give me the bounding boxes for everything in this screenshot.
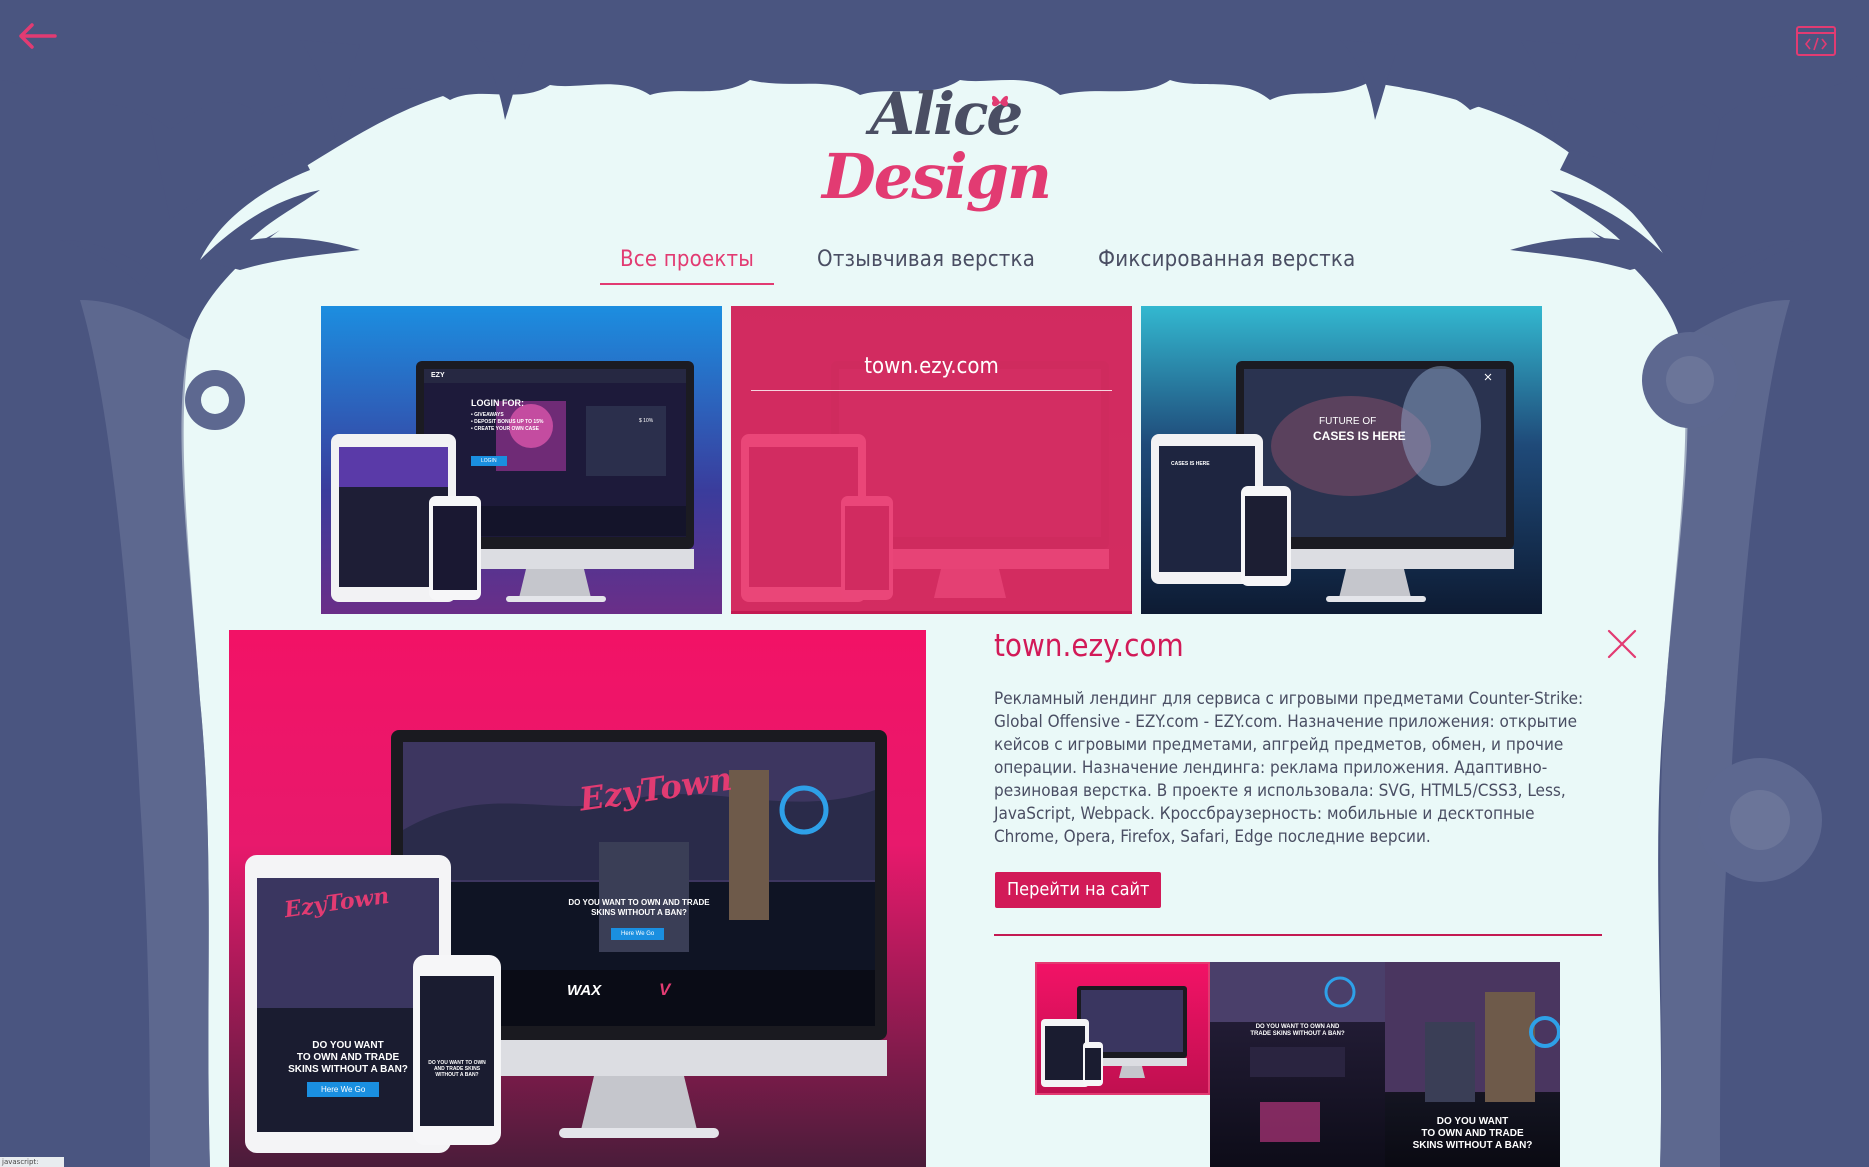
mock-logo: EZY bbox=[431, 372, 445, 379]
browser-status-bar: javascript: bbox=[0, 1157, 64, 1167]
close-icon[interactable] bbox=[1606, 628, 1638, 660]
mock-bullet: • CREATE YOUR OWN CASE bbox=[471, 426, 539, 432]
project-card-cases[interactable]: FUTURE OF CASES IS HERE CASES IS HERE bbox=[1141, 306, 1542, 614]
mock-sponsor: V bbox=[659, 980, 671, 999]
mock-cta: Here We Go bbox=[307, 1082, 380, 1097]
project-description: Рекламный лендинг для сервиса с игровыми… bbox=[994, 689, 1584, 847]
gallery-thumb[interactable] bbox=[1035, 962, 1210, 1095]
mock-question: DO YOU WANT TO OWN AND TRADE SKINS WITHO… bbox=[568, 898, 710, 917]
mock-question: DO YOU WANT TO OWN AND TRADE SKINS WITHO… bbox=[428, 1060, 486, 1078]
mock-bullet: • DEPOSIT BONUS UP TO 15% bbox=[471, 419, 544, 425]
thumb-preview bbox=[1041, 986, 1187, 1087]
filter-tabs: Все проекты Отзывчивая верстка Фиксирова… bbox=[600, 243, 1375, 285]
tab-responsive[interactable]: Отзывчивая верстка bbox=[797, 243, 1055, 285]
mock-cta: Here We Go bbox=[611, 928, 665, 940]
mock-question-line: TO OWN AND TRADE bbox=[296, 1052, 400, 1063]
project-title: town.ezy.com bbox=[994, 628, 1184, 664]
mock-bullet: • GIVEAWAYS bbox=[471, 412, 504, 418]
gallery-thumb[interactable]: DO YOU WANT TO OWN AND TRADE SKINS WITHO… bbox=[1210, 962, 1385, 1167]
project-preview-ezy bbox=[331, 361, 694, 602]
project-preview-cases bbox=[1151, 361, 1514, 602]
project-card-town-ezy[interactable]: town.ezy.com bbox=[731, 306, 1132, 614]
mock-cta: LOGIN bbox=[471, 456, 507, 466]
tab-fixed[interactable]: Фиксированная верстка bbox=[1078, 243, 1375, 285]
tab-all-projects[interactable]: Все проекты bbox=[600, 243, 775, 285]
thumb-caption: SKINS WITHOUT A BAN? bbox=[1412, 1140, 1533, 1151]
logo-text-design: Design bbox=[822, 140, 1052, 213]
gallery-thumb[interactable]: DO YOU WANT TO OWN AND TRADE SKINS WITHO… bbox=[1385, 962, 1560, 1167]
logo[interactable]: Alice Design bbox=[810, 80, 1052, 230]
arrow-left-icon[interactable] bbox=[18, 22, 58, 50]
butterfly-icon bbox=[991, 95, 1009, 107]
mock-line: FUTURE OF bbox=[1319, 416, 1377, 427]
card-title-underline bbox=[751, 390, 1112, 391]
mock-heading: LOGIN FOR: bbox=[471, 398, 524, 408]
code-icon[interactable] bbox=[1795, 25, 1837, 57]
card-hover-overlay bbox=[731, 306, 1132, 614]
card-bottom-border bbox=[731, 611, 1132, 614]
mock-line: CASES IS HERE bbox=[1171, 461, 1210, 467]
thumb-caption: DO YOU WANT bbox=[1436, 1116, 1509, 1127]
mock-line: CASES IS HERE bbox=[1313, 429, 1406, 443]
visit-site-button[interactable]: Перейти на сайт bbox=[995, 872, 1162, 908]
thumb-caption: TO OWN AND TRADE bbox=[1421, 1128, 1524, 1139]
mock-question-line: DO YOU WANT bbox=[312, 1040, 384, 1051]
project-detail-image: EzyTown DO YOU WANT TO OWN AND TRADE SKI… bbox=[229, 630, 926, 1167]
detail-divider bbox=[994, 934, 1602, 936]
thumb-preview bbox=[1210, 962, 1385, 1142]
mock-price: $ 10% bbox=[639, 418, 654, 424]
card-title: town.ezy.com bbox=[864, 354, 999, 379]
thumb-caption: DO YOU WANT TO OWN AND TRADE SKINS WITHO… bbox=[1250, 1024, 1345, 1037]
project-card-ezy[interactable]: EZY LOGIN FOR: • GIVEAWAYS • DEPOSIT BON… bbox=[321, 306, 722, 614]
mock-question-line: SKINS WITHOUT A BAN? bbox=[288, 1064, 408, 1075]
mock-sponsor: WAX bbox=[567, 982, 602, 999]
